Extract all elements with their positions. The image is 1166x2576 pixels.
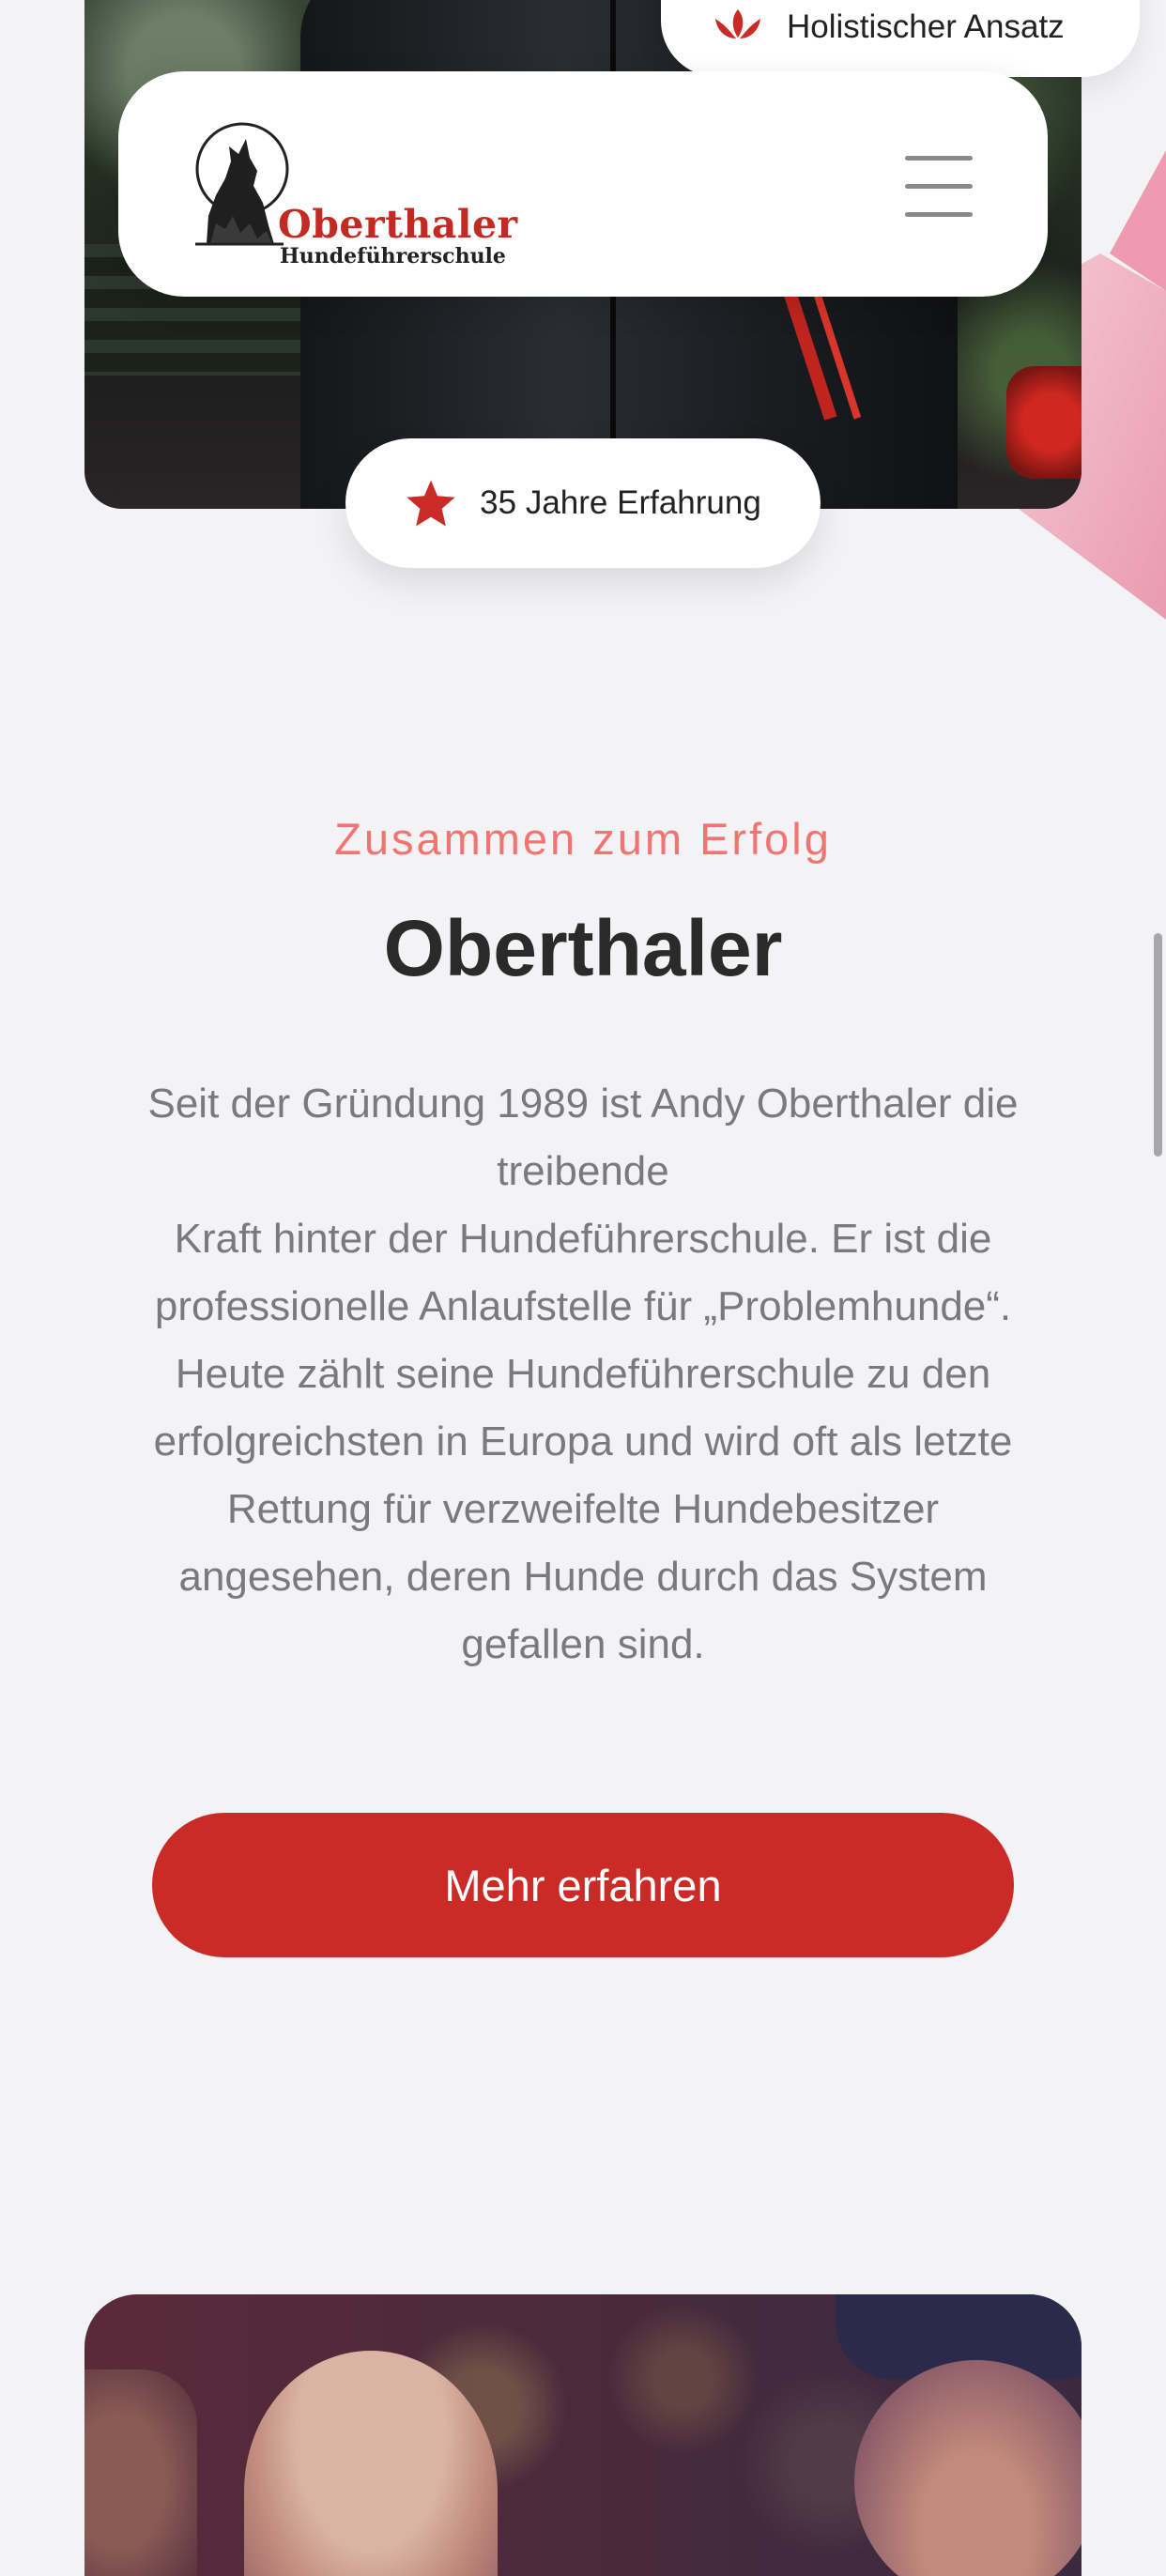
section-headline: Oberthaler bbox=[383, 904, 783, 992]
experience-badge: 35 Jahre Erfahrung bbox=[345, 438, 821, 568]
body-line: gefallen sind. bbox=[461, 1621, 705, 1667]
body-line: treibende bbox=[497, 1148, 669, 1194]
howling-wolf-icon bbox=[195, 122, 289, 246]
logo-title: Oberthaler bbox=[278, 202, 518, 247]
body-line: Heute zählt seine Hundeführerschule zu d… bbox=[175, 1351, 991, 1397]
hamburger-menu-button[interactable] bbox=[905, 156, 980, 217]
body-line: professionelle Anlaufstelle für „Problem… bbox=[154, 1283, 1012, 1329]
team-photo bbox=[84, 2294, 1082, 2576]
body-line: erfolgreichsten in Europa und wird oft a… bbox=[153, 1418, 1013, 1464]
experience-label: 35 Jahre Erfahrung bbox=[480, 484, 761, 521]
scrollbar-thumb[interactable] bbox=[1154, 933, 1162, 1157]
hamburger-menu-icon bbox=[905, 156, 973, 161]
holistic-approach-badge: Holistischer Ansatz bbox=[661, 0, 1140, 77]
lotus-icon bbox=[715, 9, 760, 38]
site-header: Oberthaler Hundeführerschule bbox=[118, 71, 1048, 297]
learn-more-button[interactable]: Mehr erfahren bbox=[152, 1813, 1014, 1957]
section-eyebrow: Zusammen zum Erfolg bbox=[334, 814, 832, 864]
body-line: Seit der Gründung 1989 ist Andy Oberthal… bbox=[147, 1081, 1019, 1127]
body-line: Rettung für verzweifelte Hundebesitzer bbox=[226, 1486, 940, 1532]
logo-subtitle: Hundeführerschule bbox=[280, 244, 506, 268]
section-body-text: Seit der Gründung 1989 ist Andy Oberthal… bbox=[94, 1070, 1072, 1679]
holistic-approach-label: Holistischer Ansatz bbox=[787, 8, 1065, 45]
star-icon bbox=[407, 480, 455, 527]
body-line: angesehen, deren Hunde durch das System bbox=[178, 1554, 988, 1600]
body-line: Kraft hinter der Hundeführerschule. Er i… bbox=[174, 1216, 992, 1262]
